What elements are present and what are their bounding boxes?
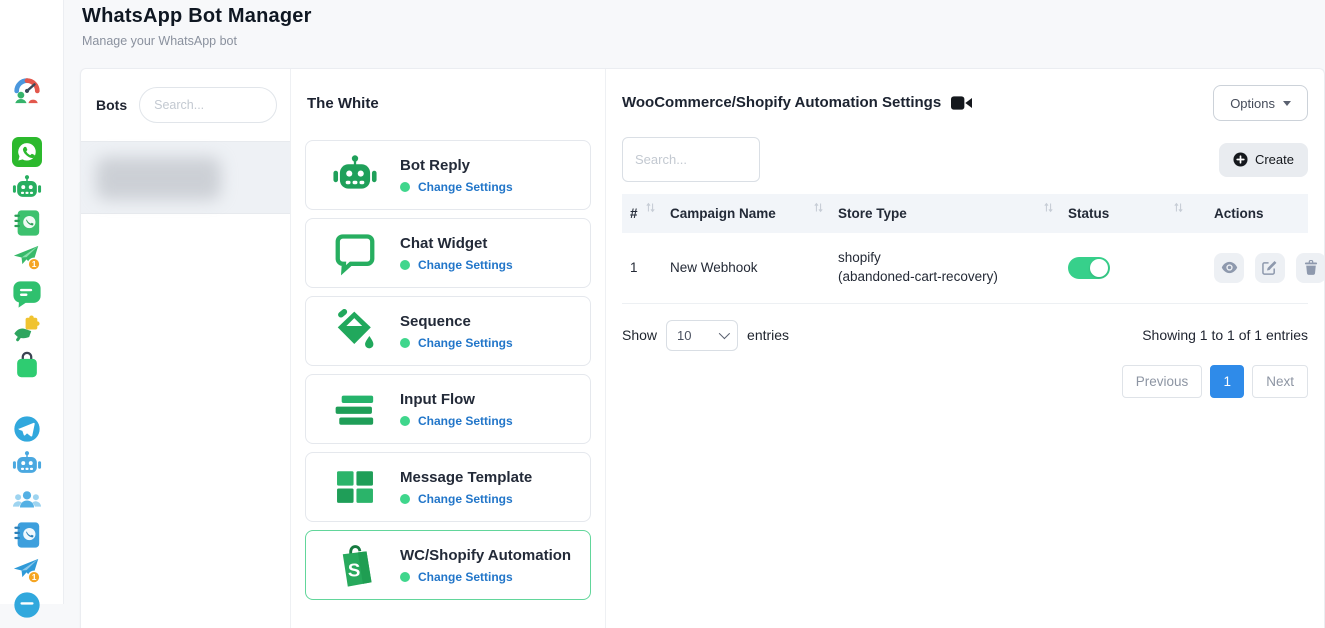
svg-text:1: 1 [32,259,37,269]
show-label: Show [622,327,657,343]
page-header: WhatsApp Bot Manager Manage your WhatsAp… [82,5,312,48]
feature-card-bot-reply[interactable]: Bot Reply Change Settings [305,140,591,210]
shopify-bag-icon: S [332,542,378,588]
bots-label: Bots [96,97,127,113]
entries-label: entries [747,327,789,343]
edit-pencil-icon [1262,260,1277,275]
paint-bucket-icon [332,308,378,354]
telegram-icon[interactable] [11,413,43,445]
table-row: 1 New Webhook shopify (abandoned-cart-re… [622,233,1308,303]
status-toggle[interactable] [1068,257,1110,279]
feature-card-wc-shopify-automation[interactable]: S WC/Shopify Automation Change Settings [305,530,591,600]
dashboard-gauge-icon[interactable] [11,74,43,106]
change-settings-link[interactable]: Change Settings [400,180,513,194]
chat-bubble-icon [332,230,378,276]
create-button[interactable]: Create [1219,143,1308,177]
robot-icon [332,152,378,198]
bot-name-redacted [96,157,221,200]
change-settings-link[interactable]: Change Settings [400,414,513,428]
status-dot-icon [400,572,410,582]
pagination: Previous 1 Next [622,365,1308,398]
sort-icon [1174,201,1183,216]
contacts-blue-icon[interactable] [11,519,43,551]
chevron-down-icon [1283,101,1291,106]
column-header-index[interactable]: # [622,194,662,233]
plus-circle-icon [1233,152,1248,167]
feature-title: Chat Widget [400,235,513,252]
change-settings-link[interactable]: Change Settings [400,336,513,350]
view-button[interactable] [1214,253,1244,283]
bot-manager-card: Bots The White Bot Reply Change Settings [80,68,1325,628]
campaign-name-cell: New Webhook [662,233,830,303]
bots-search-input[interactable] [139,87,277,123]
feature-title: WC/Shopify Automation [400,547,571,564]
app-icon-rail: 1 1 [0,0,64,604]
page-title: WhatsApp Bot Manager [82,5,312,28]
automation-table: # Campaign Name Store Type Status Action… [622,194,1308,304]
sort-icon [814,201,823,216]
bots-panel: Bots [81,69,291,628]
trash-icon [1304,260,1318,275]
status-dot-icon [400,338,410,348]
bot-list-item-selected[interactable] [81,141,290,214]
showing-entries-text: Showing 1 to 1 of 1 entries [1142,327,1308,343]
page-1-button[interactable]: 1 [1210,365,1244,398]
status-dot-icon [400,416,410,426]
feature-title: Input Flow [400,391,513,408]
selected-bot-name: The White [307,95,591,112]
eye-icon [1221,261,1238,274]
store-bag-icon[interactable] [11,349,43,381]
automation-settings-panel: WooCommerce/Shopify Automation Settings … [606,69,1324,628]
bot-blue-icon[interactable] [11,448,43,480]
column-header-store-type[interactable]: Store Type [830,194,1060,233]
features-panel: The White Bot Reply Change Settings Chat… [291,69,606,628]
feature-title: Bot Reply [400,157,513,174]
edit-button[interactable] [1255,253,1285,283]
store-type-cell: shopify (abandoned-cart-recovery) [830,233,1060,303]
status-dot-icon [400,182,410,192]
grid-icon [332,464,378,510]
chat-blue-icon[interactable] [11,589,43,621]
table-search-input[interactable] [622,137,760,182]
bot-green-icon[interactable] [11,172,43,204]
status-dot-icon [400,494,410,504]
panel-title: WooCommerce/Shopify Automation Settings [622,94,941,111]
whatsapp-icon[interactable] [11,136,43,168]
feature-card-input-flow[interactable]: Input Flow Change Settings [305,374,591,444]
svg-text:S: S [348,560,360,581]
chat-green-icon[interactable] [11,278,43,310]
status-dot-icon [400,260,410,270]
contacts-green-icon[interactable] [11,207,43,239]
video-tutorial-icon[interactable] [951,95,972,111]
next-page-button[interactable]: Next [1252,365,1308,398]
integration-icon[interactable] [11,313,43,345]
entries-per-page-select[interactable]: 10 [666,320,738,351]
delete-button[interactable] [1296,253,1325,283]
column-header-campaign-name[interactable]: Campaign Name [662,194,830,233]
change-settings-link[interactable]: Change Settings [400,570,571,584]
bars-icon [332,386,378,432]
svg-text:1: 1 [32,572,37,582]
sort-icon [1044,201,1053,216]
previous-page-button[interactable]: Previous [1122,365,1203,398]
row-index: 1 [622,233,662,303]
chevron-down-icon [719,328,730,339]
campaign-green-icon[interactable]: 1 [11,242,43,274]
feature-card-chat-widget[interactable]: Chat Widget Change Settings [305,218,591,288]
feature-card-message-template[interactable]: Message Template Change Settings [305,452,591,522]
column-header-status[interactable]: Status [1060,194,1190,233]
feature-title: Message Template [400,469,532,486]
column-header-actions: Actions [1190,194,1308,233]
sort-icon [646,201,655,216]
campaign-blue-icon[interactable]: 1 [11,555,43,587]
page-subtitle: Manage your WhatsApp bot [82,34,312,48]
feature-title: Sequence [400,313,513,330]
group-blue-icon[interactable] [11,484,43,516]
change-settings-link[interactable]: Change Settings [400,258,513,272]
feature-card-sequence[interactable]: Sequence Change Settings [305,296,591,366]
change-settings-link[interactable]: Change Settings [400,492,532,506]
options-button[interactable]: Options [1213,85,1308,121]
